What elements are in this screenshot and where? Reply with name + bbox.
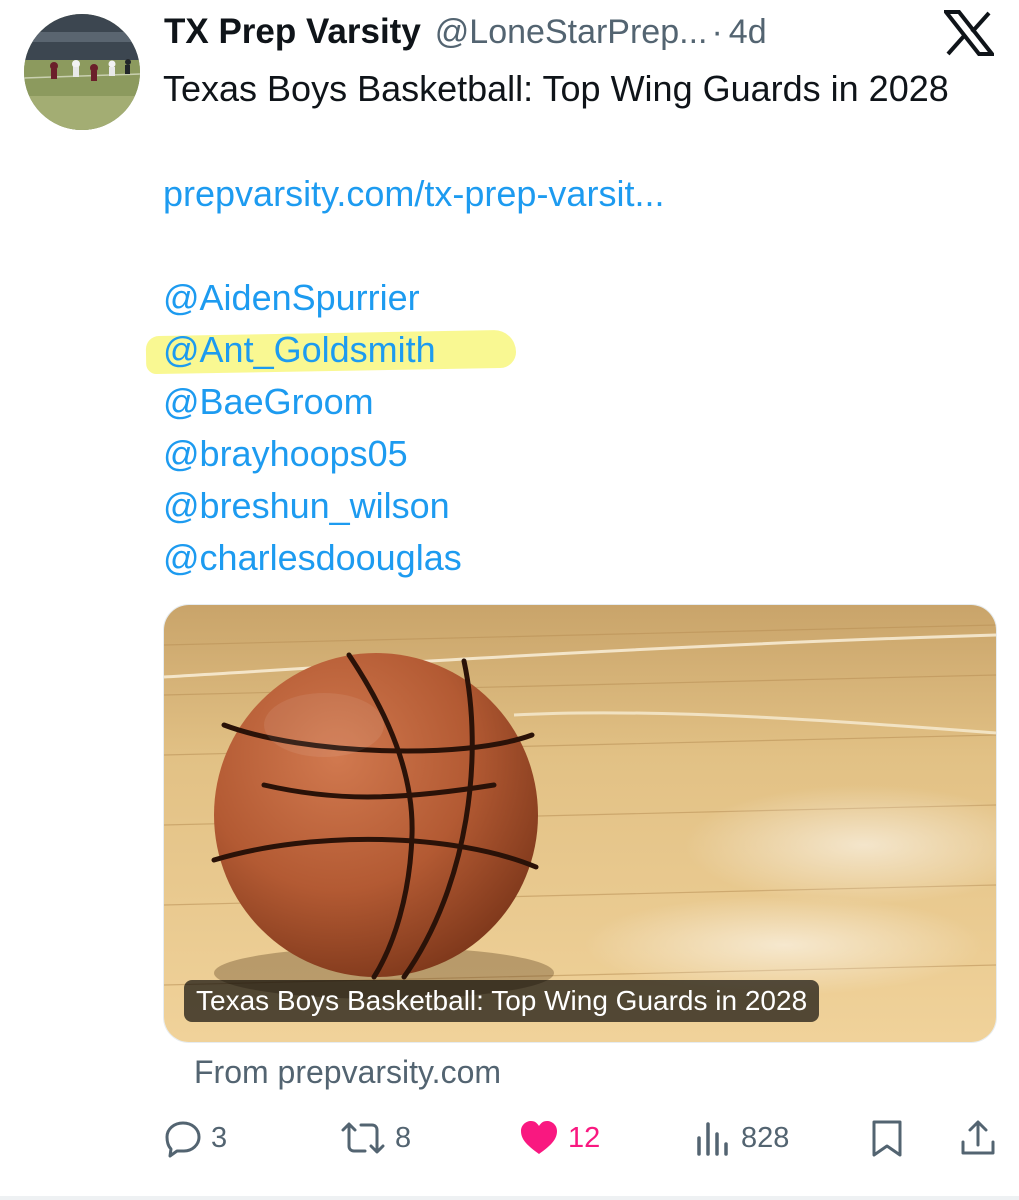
author-handle[interactable]: @LoneStarPrep... xyxy=(435,13,708,52)
repost-count: 8 xyxy=(395,1121,412,1154)
heart-icon xyxy=(521,1121,557,1154)
divider xyxy=(0,1196,1019,1200)
share-button[interactable] xyxy=(959,1112,997,1164)
header-separator: · xyxy=(711,13,723,51)
card-source[interactable]: From prepvarsity.com xyxy=(194,1052,501,1092)
mention-link-highlighted[interactable]: @Ant_Goldsmith xyxy=(163,324,462,376)
tweet-action-bar: 3 8 12 828 xyxy=(163,1112,1003,1164)
author-avatar[interactable] xyxy=(24,14,140,130)
x-logo-icon xyxy=(941,10,997,56)
mention-link[interactable]: @breshun_wilson xyxy=(163,480,462,532)
mention-link[interactable]: @BaeGroom xyxy=(163,376,462,428)
avatar-football-photo xyxy=(24,14,140,130)
like-button[interactable]: 12 xyxy=(518,1112,600,1164)
views-count: 828 xyxy=(741,1121,790,1154)
bookmark-icon xyxy=(872,1120,902,1157)
mention-link[interactable]: @AidenSpurrier xyxy=(163,272,462,324)
reply-icon xyxy=(165,1121,201,1158)
mention-list: @AidenSpurrier @Ant_Goldsmith @BaeGroom … xyxy=(163,272,462,584)
card-caption: Texas Boys Basketball: Top Wing Guards i… xyxy=(184,980,820,1022)
author-name[interactable]: TX Prep Varsity xyxy=(164,12,421,52)
reply-count: 3 xyxy=(211,1121,228,1154)
link-preview-card[interactable]: Texas Boys Basketball: Top Wing Guards i… xyxy=(163,604,997,1043)
tweet-link[interactable]: prepvarsity.com/tx-prep-varsit... xyxy=(163,168,664,220)
tweet-text: Texas Boys Basketball: Top Wing Guards i… xyxy=(163,68,949,109)
repost-icon xyxy=(341,1122,385,1154)
bookmark-button[interactable] xyxy=(869,1112,905,1164)
mention-link[interactable]: @charlesdoouglas xyxy=(163,532,462,584)
mention-link[interactable]: @brayhoops05 xyxy=(163,428,462,480)
views-icon xyxy=(697,1122,728,1156)
share-icon xyxy=(961,1120,995,1155)
like-count: 12 xyxy=(568,1121,601,1154)
tweet-timestamp[interactable]: 4d xyxy=(729,13,767,52)
reply-button[interactable]: 3 xyxy=(163,1112,227,1164)
tweet-header: TX Prep Varsity @LoneStarPrep... · 4d xyxy=(164,12,929,58)
basketball-court-image xyxy=(164,605,996,1042)
views-button[interactable]: 828 xyxy=(693,1112,789,1164)
repost-button[interactable]: 8 xyxy=(339,1112,411,1164)
